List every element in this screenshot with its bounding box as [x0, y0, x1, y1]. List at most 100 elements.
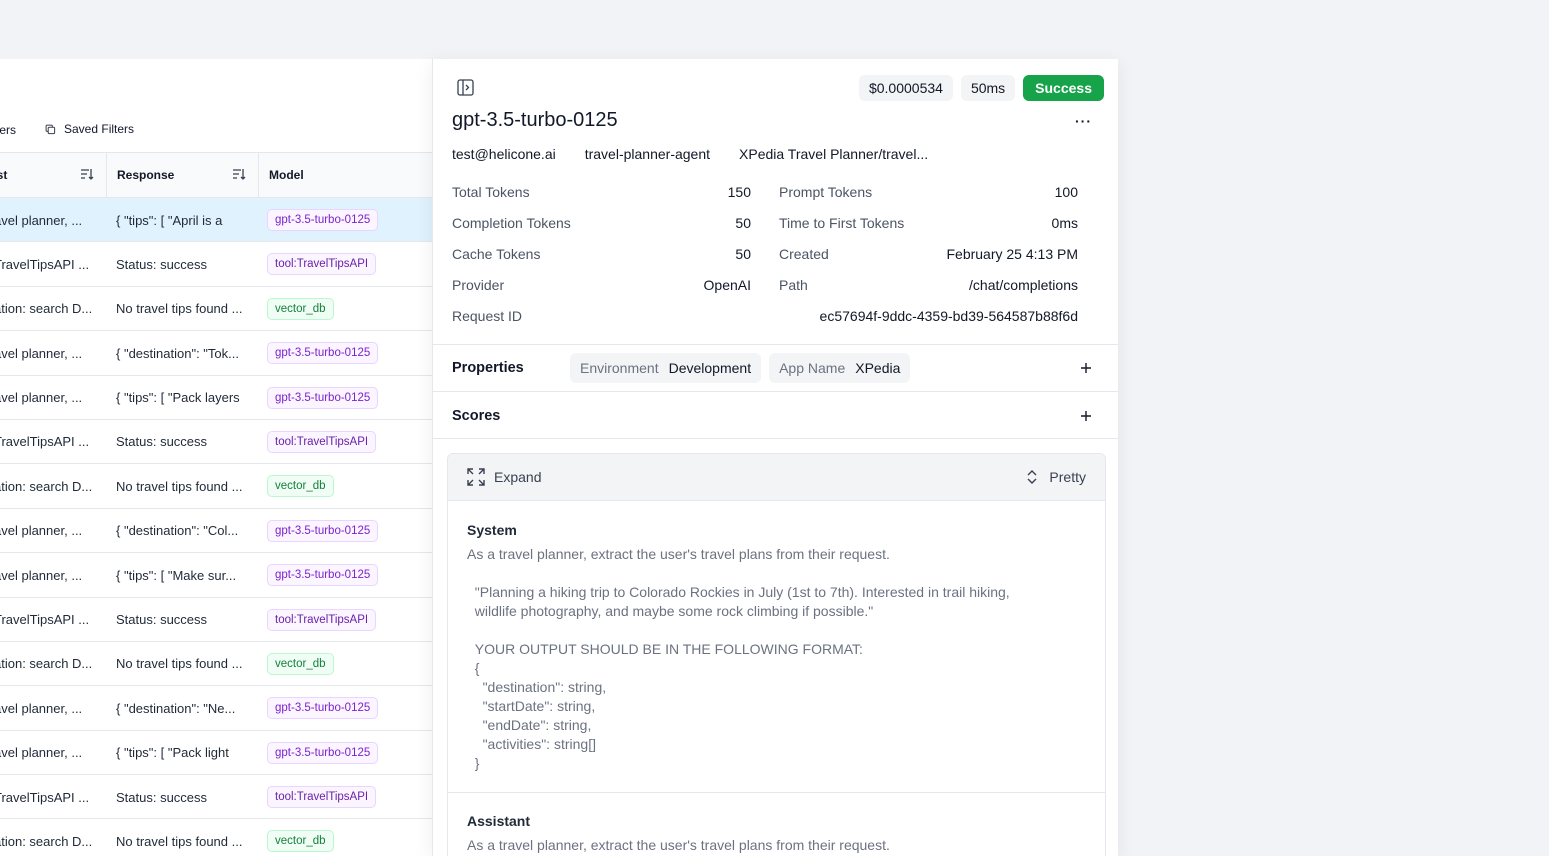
- cell-model: gpt-3.5-turbo-0125: [267, 376, 432, 420]
- cell-response: { "destination": "Col...: [116, 523, 239, 539]
- session-path[interactable]: XPedia Travel Planner/travel...: [739, 146, 928, 162]
- scores-section: Scores: [452, 404, 1100, 428]
- table-body: avel planner, ... { "tips": [ "April is a…: [0, 198, 432, 856]
- stat-value: 100: [1054, 184, 1078, 200]
- model-badge: vector_db: [267, 652, 334, 675]
- cell-request: ation: search D...: [0, 656, 93, 672]
- table-row[interactable]: TravelTipsAPI ... Status: success tool:Tra…: [0, 598, 432, 642]
- table-row[interactable]: avel planner, ... { "tips": [ "Make sur..…: [0, 553, 432, 598]
- panel-collapse-icon[interactable]: [457, 79, 474, 96]
- table-row[interactable]: TravelTipsAPI ... Status: success tool:Tra…: [0, 420, 432, 465]
- cell-model: tool:TravelTipsAPI: [267, 420, 432, 464]
- stat-label: Provider: [452, 277, 505, 293]
- message-system: System As a travel planner, extract the …: [448, 501, 1105, 793]
- stat-value: 150: [727, 184, 751, 200]
- property-chip-app-name[interactable]: App Name XPedia: [769, 353, 911, 383]
- cell-request: TravelTipsAPI ...: [0, 434, 90, 450]
- cell-model: gpt-3.5-turbo-0125: [267, 686, 432, 730]
- more-options-icon[interactable]: ···: [1075, 113, 1092, 129]
- message-role: Assistant: [467, 813, 531, 829]
- cell-model: gpt-3.5-turbo-0125: [267, 509, 432, 553]
- cell-model: vector_db: [267, 287, 432, 331]
- model-badge: tool:TravelTipsAPI: [267, 786, 377, 809]
- agent-name[interactable]: travel-planner-agent: [585, 146, 710, 162]
- column-header-request[interactable]: est: [0, 153, 107, 197]
- table-row[interactable]: TravelTipsAPI ... Status: success tool:Tra…: [0, 242, 432, 287]
- request-meta: test@helicone.ai travel-planner-agent XP…: [452, 146, 928, 162]
- stat-completion-tokens: Completion Tokens 50: [452, 213, 751, 233]
- messages-toolbar: Expand Pretty: [448, 454, 1105, 501]
- model-badge: gpt-3.5-turbo-0125: [267, 741, 379, 764]
- cell-model: tool:TravelTipsAPI: [267, 775, 432, 819]
- saved-filters-button[interactable]: Saved Filters: [45, 122, 134, 136]
- table-row[interactable]: avel planner, ... { "tips": [ "April is a…: [0, 198, 432, 243]
- model-badge: vector_db: [267, 297, 334, 320]
- pretty-label: Pretty: [1049, 469, 1086, 485]
- table-row[interactable]: avel planner, ... { "tips": [ "Pack light…: [0, 731, 432, 776]
- pretty-toggle[interactable]: Pretty: [1025, 468, 1086, 486]
- expand-icon: [467, 468, 485, 486]
- model-title: gpt-3.5-turbo-0125: [452, 109, 618, 131]
- stat-label: Time to First Tokens: [779, 215, 905, 231]
- stat-label: Completion Tokens: [452, 215, 571, 231]
- model-badge: vector_db: [267, 830, 334, 853]
- cell-response: Status: success: [116, 789, 208, 805]
- status-badge: Success: [1023, 75, 1104, 101]
- messages-viewer: Expand Pretty System As a travel planner…: [447, 453, 1106, 856]
- message-assistant: Assistant As a travel planner, extract t…: [448, 793, 1105, 855]
- cell-response: No travel tips found ...: [116, 301, 243, 317]
- cell-request: avel planner, ...: [0, 212, 83, 228]
- table-row[interactable]: ation: search D... No travel tips found .…: [0, 642, 432, 687]
- table-row[interactable]: ation: search D... No travel tips found .…: [0, 287, 432, 332]
- column-header-model[interactable]: Model: [259, 153, 432, 197]
- table-row[interactable]: avel planner, ... { "destination": "Tok..…: [0, 331, 432, 376]
- cell-model: gpt-3.5-turbo-0125: [267, 198, 432, 242]
- table-row[interactable]: avel planner, ... { "destination": "Col..…: [0, 509, 432, 554]
- user-email[interactable]: test@helicone.ai: [452, 146, 556, 162]
- add-score-icon[interactable]: [1080, 410, 1092, 422]
- expand-button[interactable]: Expand: [467, 468, 541, 486]
- stat-total-tokens: Total Tokens 150: [452, 182, 751, 202]
- stat-label: Total Tokens: [452, 184, 530, 200]
- model-badge: gpt-3.5-turbo-0125: [267, 564, 379, 587]
- message-content: As a travel planner, extract the user's …: [467, 546, 1010, 771]
- stat-cache-tokens: Cache Tokens 50: [452, 244, 751, 264]
- request-summary-pills: $0.0000534 50ms Success: [858, 75, 1104, 101]
- stat-label: Path: [779, 277, 808, 293]
- table-row[interactable]: ation: search D... No travel tips found .…: [0, 464, 432, 509]
- table-row[interactable]: avel planner, ... { "destination": "Ne...…: [0, 686, 432, 731]
- model-badge: gpt-3.5-turbo-0125: [267, 342, 379, 365]
- sort-icon[interactable]: [232, 167, 246, 181]
- filters-button[interactable]: ters: [0, 123, 16, 137]
- table-row[interactable]: avel planner, ... { "tips": [ "Pack layer…: [0, 376, 432, 420]
- add-property-icon[interactable]: [1080, 362, 1092, 374]
- cell-response: Status: success: [116, 434, 208, 450]
- column-label: Response: [117, 168, 175, 182]
- column-header-response[interactable]: Response: [107, 153, 259, 197]
- stat-time-to-first-token: Time to First Tokens 0ms: [779, 213, 1078, 233]
- property-value: XPedia: [855, 360, 901, 376]
- scores-label: Scores: [452, 408, 501, 424]
- cell-response: { "destination": "Ne...: [116, 700, 236, 716]
- stat-label: Cache Tokens: [452, 246, 541, 262]
- cell-request: TravelTipsAPI ...: [0, 612, 90, 628]
- model-badge: gpt-3.5-turbo-0125: [267, 519, 379, 542]
- table-row[interactable]: TravelTipsAPI ... Status: success tool:Tra…: [0, 775, 432, 820]
- stat-label: Created: [779, 246, 829, 262]
- stat-value: OpenAI: [703, 277, 751, 293]
- divider: [433, 344, 1118, 345]
- request-id[interactable]: ec57694f-9ddc-4359-bd39-564587b88f6d: [820, 308, 1078, 324]
- latency-badge: 50ms: [960, 75, 1016, 101]
- property-chip-environment[interactable]: Environment Development: [570, 353, 762, 383]
- properties-label: Properties: [452, 360, 524, 376]
- cell-model: gpt-3.5-turbo-0125: [267, 731, 432, 775]
- cell-model: gpt-3.5-turbo-0125: [267, 331, 432, 375]
- table-row[interactable]: ation: search D... No travel tips found .…: [0, 819, 432, 856]
- expand-label: Expand: [494, 469, 542, 485]
- stat-value: 0ms: [1051, 215, 1078, 231]
- sort-icon[interactable]: [80, 167, 94, 181]
- copy-icon: [45, 124, 56, 134]
- column-label: est: [0, 168, 8, 182]
- stat-label: Request ID: [452, 308, 523, 324]
- model-badge: gpt-3.5-turbo-0125: [267, 697, 379, 720]
